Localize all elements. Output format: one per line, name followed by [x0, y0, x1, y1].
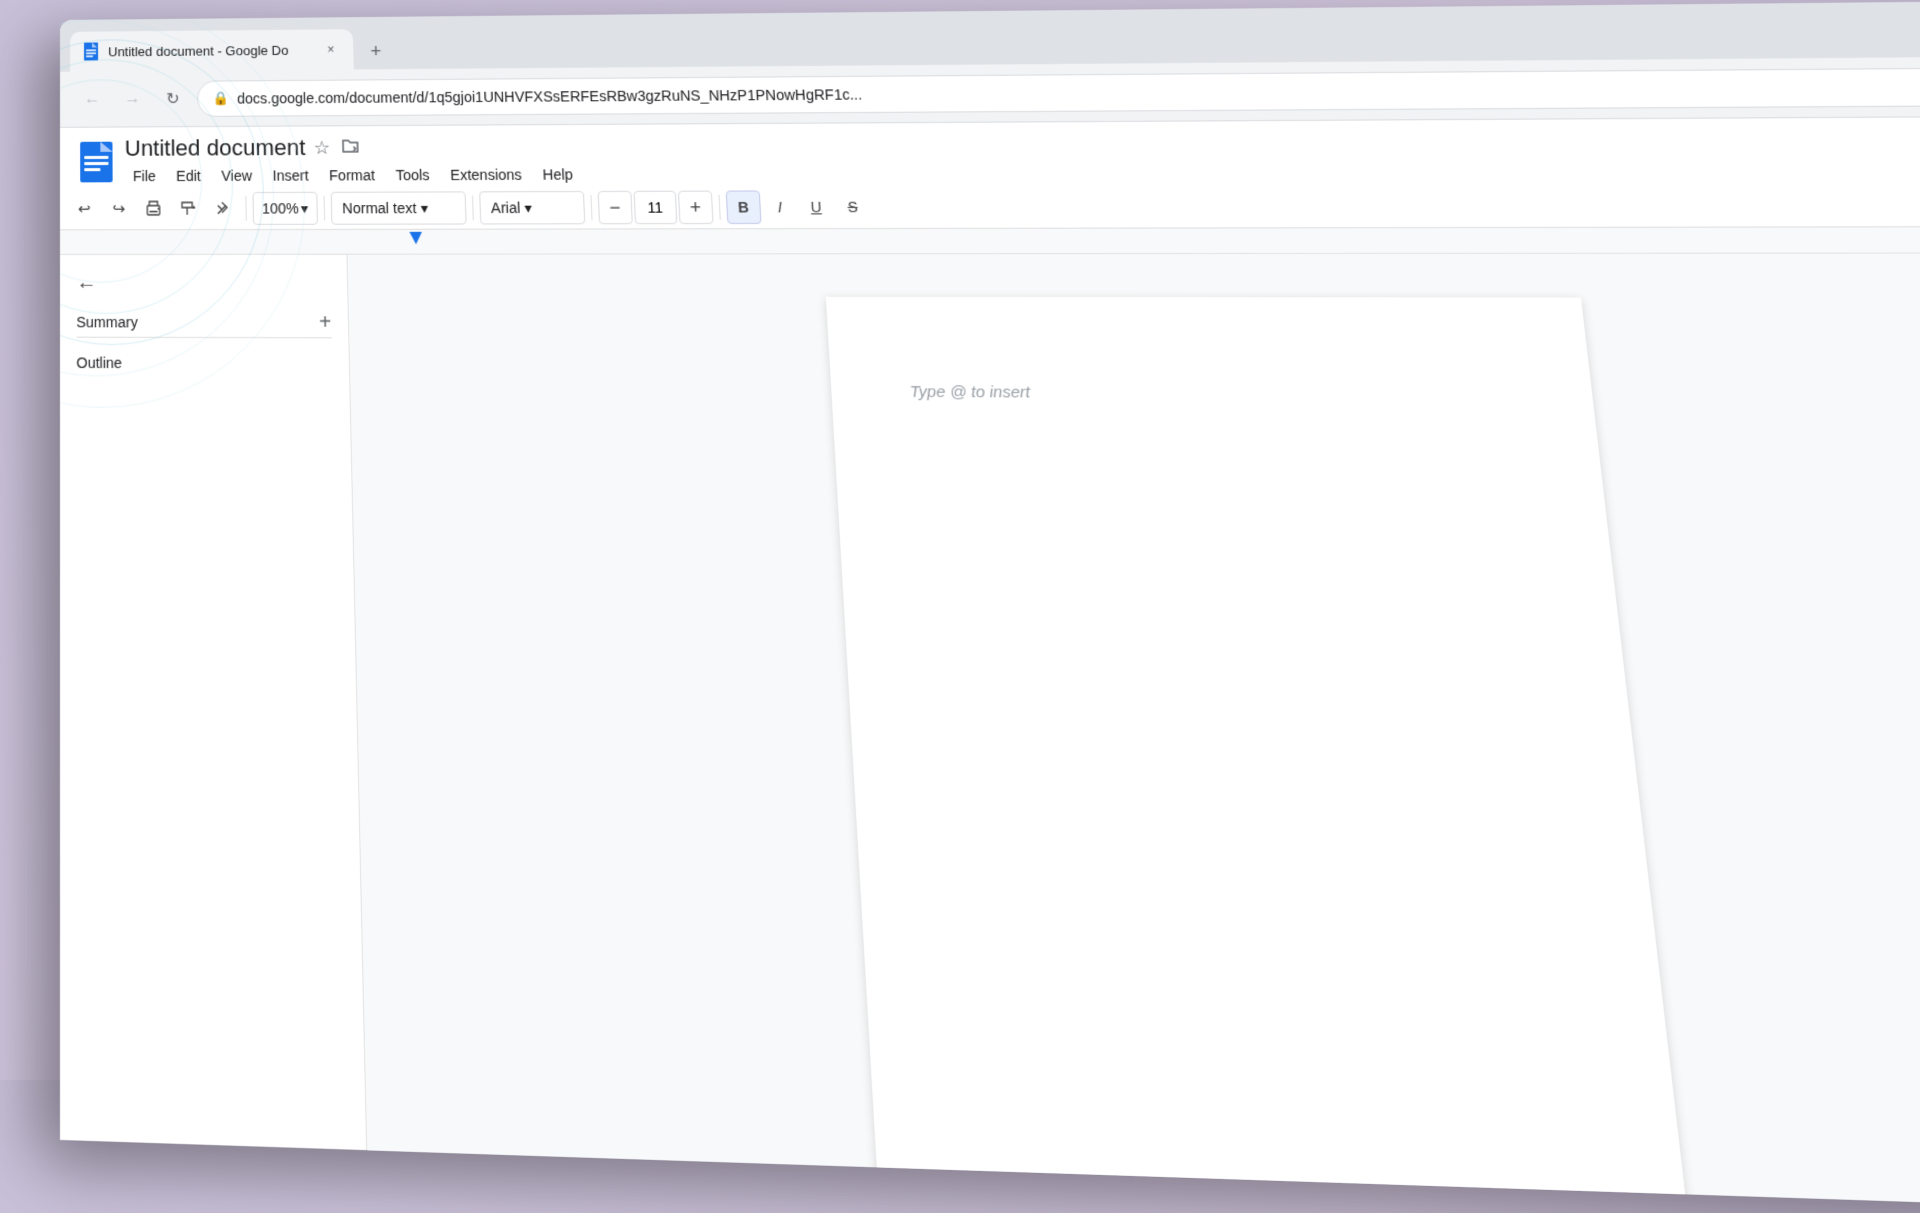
redo-button[interactable]: ↪: [103, 192, 136, 225]
docs-title-icons: ☆: [313, 135, 361, 161]
document-page[interactable]: Type @ to insert: [826, 297, 1702, 1213]
paint-format-button[interactable]: [172, 192, 205, 225]
toolbar-separator-3: [472, 195, 474, 220]
toolbar-separator-5: [718, 195, 720, 220]
font-arrow-icon: ▾: [524, 199, 532, 217]
menu-tools[interactable]: Tools: [387, 163, 438, 188]
lock-icon: 🔒: [212, 90, 229, 106]
underline-icon: U: [810, 199, 822, 216]
toolbar-separator-4: [590, 195, 592, 220]
docs-sidebar: ← Summary + Outline: [60, 255, 367, 1150]
menu-extensions[interactable]: Extensions: [442, 162, 531, 187]
new-tab-button[interactable]: +: [357, 33, 395, 70]
sidebar-back-button[interactable]: ←: [76, 271, 331, 295]
summary-label: Summary: [76, 314, 137, 331]
italic-icon: I: [777, 199, 782, 216]
tab-favicon: [82, 42, 100, 60]
style-label: Normal text: [342, 200, 417, 217]
menu-insert[interactable]: Insert: [264, 163, 317, 188]
docs-content: ← Summary + Outline Type @: [60, 254, 1920, 1213]
format-clear-button[interactable]: [206, 192, 239, 225]
zoom-arrow-icon: ▾: [301, 200, 309, 218]
document-area: Type @ to insert: [348, 254, 1920, 1213]
bold-button[interactable]: B: [726, 190, 762, 224]
document-placeholder: Type @ to insert: [909, 383, 1030, 402]
underline-button[interactable]: U: [798, 190, 834, 224]
menu-edit[interactable]: Edit: [168, 164, 209, 189]
back-button[interactable]: ←: [76, 83, 108, 115]
address-bar[interactable]: 🔒 docs.google.com/document/d/1q5gjoi1UNH…: [197, 67, 1920, 117]
outline-label: Outline: [76, 354, 122, 371]
forward-button[interactable]: →: [116, 83, 148, 115]
font-label: Arial: [491, 199, 521, 216]
menu-file[interactable]: File: [125, 164, 164, 189]
undo-button[interactable]: ↩: [68, 192, 101, 225]
style-selector[interactable]: Normal text ▾: [331, 191, 467, 224]
bold-icon: B: [738, 199, 750, 216]
ruler-indent-marker[interactable]: [409, 232, 422, 244]
toolbar-separator-1: [245, 196, 246, 221]
font-size-decrease-button[interactable]: −: [597, 191, 632, 224]
zoom-selector[interactable]: 100% ▾: [252, 192, 317, 225]
docs-header: Untitled document ☆ File: [60, 117, 1920, 189]
docs-logo-icon: [76, 142, 117, 183]
font-selector[interactable]: Arial ▾: [479, 191, 585, 224]
print-button[interactable]: [137, 192, 170, 225]
sidebar-summary-section: Summary +: [76, 312, 331, 339]
docs-toolbar: ↩ ↪: [60, 182, 1920, 230]
strikethrough-icon: S: [847, 199, 858, 216]
active-tab[interactable]: Untitled document - Google Do ×: [70, 29, 354, 71]
italic-button[interactable]: I: [762, 190, 798, 224]
back-arrow-icon: ←: [76, 271, 96, 295]
decorative-lines: [60, 255, 367, 1150]
font-size-input[interactable]: 11: [633, 191, 677, 224]
menu-help[interactable]: Help: [534, 162, 582, 187]
docs-title-row: Untitled document ☆: [125, 125, 1920, 162]
style-arrow-icon: ▾: [420, 199, 428, 217]
star-icon[interactable]: ☆: [313, 137, 330, 159]
toolbar-separator-2: [323, 196, 325, 221]
font-size-increase-button[interactable]: +: [678, 191, 714, 225]
docs-ruler: [60, 227, 1920, 255]
sidebar-section-header: Summary +: [76, 312, 331, 339]
tab-close-button[interactable]: ×: [320, 39, 341, 59]
add-summary-button[interactable]: +: [319, 312, 332, 333]
strikethrough-button[interactable]: S: [834, 190, 870, 224]
zoom-value: 100%: [262, 200, 299, 217]
docs-title-area: Untitled document ☆ File: [125, 125, 1920, 188]
sidebar-outline-section: Outline: [76, 354, 332, 374]
document-title[interactable]: Untitled document: [125, 135, 306, 162]
menu-view[interactable]: View: [213, 163, 261, 188]
url-text: docs.google.com/document/d/1q5gjoi1UNHVF…: [237, 77, 1920, 106]
reload-button[interactable]: ↻: [157, 82, 190, 114]
docs-app: Untitled document ☆ File: [60, 117, 1920, 1213]
menu-format[interactable]: Format: [321, 163, 384, 188]
move-to-folder-icon[interactable]: [340, 135, 361, 161]
tab-title: Untitled document - Google Do: [108, 42, 313, 59]
